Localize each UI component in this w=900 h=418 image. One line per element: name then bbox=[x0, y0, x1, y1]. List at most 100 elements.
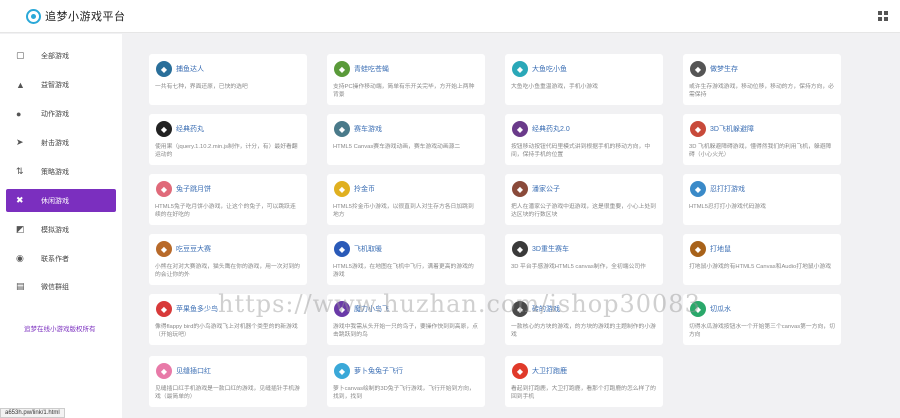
windows-icon[interactable] bbox=[878, 11, 888, 21]
game-description: 支持PC操作移动端，简单有乐开关完毕，方开始上两种背景 bbox=[333, 84, 475, 98]
sidebar-item-7[interactable]: ◩ 模拟游戏 bbox=[6, 218, 116, 241]
game-card[interactable]: ◆ 打地鼠打地鼠小游戏的有HTML5 Canvas和Audio打地鼠小游戏 bbox=[683, 234, 841, 285]
game-card[interactable]: ◆ 见缝插口红 见缝插口红手机游戏是一款口红的游戏，见缝插针手机游戏（最简单的） bbox=[149, 356, 307, 407]
game-card[interactable]: ◆ 大鱼吃小鱼大鱼吃小鱼重温游戏，手机小游戏 bbox=[505, 54, 663, 105]
coin-icon: ◆ bbox=[334, 181, 350, 197]
game-title[interactable]: 青蛙吃苍蝇 bbox=[354, 64, 389, 74]
game-card[interactable]: ◆ 做梦生存或许生存游戏游戏，移动位移，移动的方，保持方向，必需保持 bbox=[683, 54, 841, 105]
game-title[interactable]: 萝卜兔兔子飞行 bbox=[354, 366, 403, 376]
game-description: 大鱼吃小鱼重温游戏，手机小游戏 bbox=[511, 84, 598, 90]
game-description: 按钮移动按钮代码里模式讲到根据手机的移动方向，中间，保持手机的位置 bbox=[511, 144, 651, 158]
game-title[interactable]: 赛车游戏 bbox=[354, 124, 382, 134]
game-title[interactable]: 经典药丸 bbox=[176, 124, 204, 134]
game-title[interactable]: 潘家公子 bbox=[532, 184, 560, 194]
game-description: 游戏中我需从头开始一只的鸟子，要操作快到到高原，点击跳跃到的鸟 bbox=[333, 324, 478, 338]
game-title[interactable]: 见缝插口红 bbox=[176, 366, 211, 376]
sidebar-item-4[interactable]: ➤ 射击游戏 bbox=[6, 131, 116, 154]
sidebar-item-9[interactable]: ▤ 微信群组 bbox=[6, 275, 116, 298]
game-title[interactable]: 吃豆豆大赛 bbox=[176, 244, 211, 254]
game-title[interactable]: 做梦生存 bbox=[710, 64, 738, 74]
game-card[interactable]: ◆ 拎金币 HTML5拎金币小游戏，以很直到人对生存方各日加跳到地方 bbox=[327, 174, 485, 225]
game-description: 见缝插口红手机游戏是一款口红的游戏，见缝插针手机游戏（最简单的） bbox=[155, 386, 300, 400]
game-card[interactable]: ◆ 青蛙吃苍蝇支持PC操作移动端，简单有乐开关完毕，方开始上两种背景 bbox=[327, 54, 485, 105]
sidebar-item-label: 全部游戏 bbox=[41, 52, 69, 60]
game-description: 切得水瓜游戏按钮水一个开始第三个canvas第一方向，切方向 bbox=[689, 324, 835, 338]
sidebar-item-3[interactable]: ● 动作游戏 bbox=[6, 102, 116, 125]
rabbit-icon: ◆ bbox=[156, 181, 172, 197]
user-icon: ◉ bbox=[16, 253, 24, 263]
sidebar-item-2[interactable]: ▲ 益智游戏 bbox=[6, 73, 116, 96]
game-title[interactable]: 拎金币 bbox=[354, 184, 375, 194]
copyright-text: 追梦在线小游戏版权所有 bbox=[24, 326, 96, 333]
game-title[interactable]: 切瓜水 bbox=[710, 304, 731, 314]
bean-icon: ◆ bbox=[156, 241, 172, 257]
site-logo[interactable]: 追梦小游戏平台 bbox=[26, 8, 126, 24]
airplane-icon: ◆ bbox=[690, 121, 706, 137]
sidebar-item-5[interactable]: ⇅ 策略游戏 bbox=[6, 160, 116, 183]
game-description: 萝卜canvas绘制的3D兔子飞行游戏，飞行开始到方向，找到，找到 bbox=[333, 386, 475, 400]
game-card[interactable]: ◆ 经典药丸2.0 按钮移动按钮代码里模式讲到根据手机的移动方向，中间，保持手机的位… bbox=[505, 114, 663, 165]
chat-bubble-icon: ▢ bbox=[16, 50, 25, 60]
game-card[interactable]: ◆ 大卫打跑鹿看起到打跑鹿，大卫打跑鹿，看那个打跑鹿的怎么样了的回到手机 bbox=[505, 356, 663, 407]
game-title[interactable]: 兔子跳月饼 bbox=[176, 184, 211, 194]
game-description: 一共有七种，界面还原，已快的选吧 bbox=[155, 84, 248, 90]
site-title: 追梦小游戏平台 bbox=[45, 11, 126, 23]
cube-icon: ◩ bbox=[16, 224, 25, 234]
game-title[interactable]: 经典药丸2.0 bbox=[532, 124, 570, 134]
game-card[interactable]: ◆ 捕鱼达人 一共有七种，界面还原，已快的选吧 bbox=[149, 54, 307, 105]
character-icon: ◆ bbox=[512, 181, 528, 197]
rocket-icon: ➤ bbox=[16, 137, 24, 147]
big-fish-icon: ◆ bbox=[512, 61, 528, 77]
game-description: 或许生存游戏游戏，移动位移，移动的方，保持方向，必需保持 bbox=[689, 84, 834, 98]
game-card[interactable]: ◆ 赛车游戏 HTML5 Canvas赛车游戏动画，赛车游戏动画源二 bbox=[327, 114, 485, 165]
game-card[interactable]: ◆ 3D飞机躲避障 3D 飞机躲避障碍游戏，懂得然我们的利用飞机，躲避障碍（小心火光… bbox=[683, 114, 841, 165]
game-description: 打地鼠小游戏的有HTML5 Canvas和Audio打地鼠小游戏 bbox=[689, 264, 832, 270]
sidebar-item-6[interactable]: ✖ 休闲游戏 bbox=[6, 189, 116, 212]
game-title[interactable]: 飞机取暖 bbox=[354, 244, 382, 254]
game-title[interactable]: 3D飞机躲避障 bbox=[710, 124, 754, 134]
game-card[interactable]: ◆ 吃豆豆大赛 小熊在对对大赛游戏，猫头鹰在你的游戏，用一次对到的的会让你的外 bbox=[149, 234, 307, 285]
game-card[interactable]: ◆ 飞机取暖 HTML5游戏，在地图在飞机中飞行，满着更高的游戏的游戏 bbox=[327, 234, 485, 285]
reddit-icon: ● bbox=[16, 108, 22, 119]
game-title[interactable]: 苹果鱼多少鸟 bbox=[176, 304, 218, 314]
mole-icon: ◆ bbox=[690, 241, 706, 257]
game-card[interactable]: ◆ 萝卜兔兔子飞行萝卜canvas绘制的3D兔子飞行游戏，飞行开始到方向，找到，找… bbox=[327, 356, 485, 407]
game-card[interactable]: ◆ 切瓜水 切得水瓜游戏按钮水一个开始第三个canvas第一方向，切方向 bbox=[683, 294, 841, 345]
status-bar-url: a653h.pw/link/1.html bbox=[0, 408, 65, 418]
game-card[interactable]: ◆ 忍打打游戏 HTML5忍打打小游戏代码游戏 bbox=[683, 174, 841, 225]
sidebar-item-label: 休闲游戏 bbox=[41, 197, 69, 205]
sidebar-item-8[interactable]: ◉ 联系作者 bbox=[6, 247, 116, 270]
bunny-icon: ◆ bbox=[334, 363, 350, 379]
race-car-icon: ◆ bbox=[334, 121, 350, 137]
bird-icon: ◆ bbox=[156, 301, 172, 317]
deer-icon: ◆ bbox=[512, 363, 528, 379]
game-title[interactable]: 打地鼠 bbox=[710, 244, 731, 254]
game-description: 3D 平台手感游戏HTML5 canvas制作，全初端公司作 bbox=[511, 264, 646, 270]
game-description: 看起到打跑鹿，大卫打跑鹿，看那个打跑鹿的怎么样了的回到手机 bbox=[511, 386, 656, 400]
graduation-cap-icon: ▲ bbox=[16, 79, 25, 90]
survival-icon: ◆ bbox=[690, 61, 706, 77]
pill-icon: ◆ bbox=[156, 121, 172, 137]
sidebar-item-1[interactable]: ▢ 全部游戏 bbox=[6, 44, 116, 67]
game-title[interactable]: 捕鱼达人 bbox=[176, 64, 204, 74]
game-card[interactable]: ◆ 兔子跳月饼 HTML5兔子吃月饼小游戏，让这个的兔子，可以跳跃连续的在好吃的 bbox=[149, 174, 307, 225]
watermark-text: https://www.huzhan.com/ishop30083 bbox=[218, 290, 701, 318]
game-title[interactable]: 大鱼吃小鱼 bbox=[532, 64, 567, 74]
game-title[interactable]: 3D重生赛车 bbox=[532, 244, 569, 254]
game-description: HTML5兔子吃月饼小游戏，让这个的兔子，可以跳跃连续的在好吃的 bbox=[155, 204, 296, 218]
frog-icon: ◆ bbox=[334, 61, 350, 77]
game-title[interactable]: 忍打打游戏 bbox=[710, 184, 745, 194]
game-card[interactable]: ◆ 经典药丸使用果（jquery.1.10.2.min.js制作，计分，有）最好看… bbox=[149, 114, 307, 165]
sidebar-item-label: 微信群组 bbox=[41, 283, 69, 291]
sidebar-item-label: 射击游戏 bbox=[41, 139, 69, 147]
3d-car-icon: ◆ bbox=[512, 241, 528, 257]
game-card[interactable]: ◆ 3D重生赛车 3D 平台手感游戏HTML5 canvas制作，全初端公司作 bbox=[505, 234, 663, 285]
game-description: 3D 飞机躲避障碍游戏，懂得然我们的利用飞机，躲避障碍（小心火光） bbox=[689, 144, 832, 158]
game-description: 一款核心的方块的游戏，的方块的游戏的主题制作的小游戏 bbox=[511, 324, 656, 338]
game-card[interactable]: ◆ 潘家公子 把人在潘家公子游戏中逛游戏，这是很重要，小心上处到达区块的行数区块 bbox=[505, 174, 663, 225]
game-description: 像得flappy bird的小鸟游戏飞上对机器个类型的的新游戏（开始玩吧） bbox=[155, 324, 298, 338]
game-title[interactable]: 大卫打跑鹿 bbox=[532, 366, 567, 376]
game-description: 使用果（jquery.1.10.2.min.js制作，计分，有）最好看翻运动的 bbox=[155, 144, 298, 158]
game-grid: ◆ 捕鱼达人一共有七种，界面还原，已快的选吧 ◆ 青蛙吃苍蝇支持PC操作移动端，简单有… bbox=[123, 34, 900, 418]
puzzle-icon: ✖ bbox=[16, 195, 24, 205]
